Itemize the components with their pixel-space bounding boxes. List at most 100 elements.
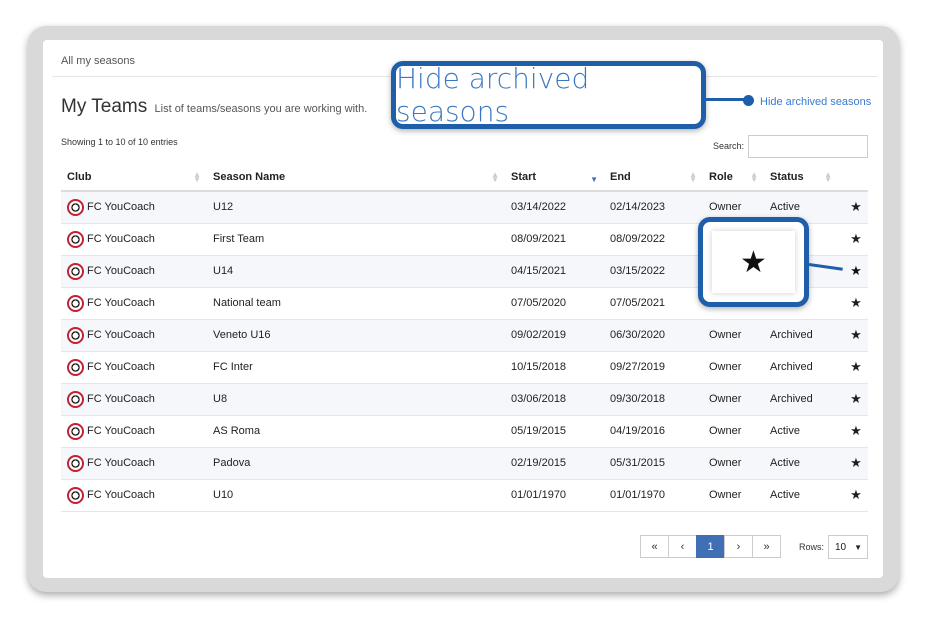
page-1-button[interactable]: 1 xyxy=(696,535,725,558)
start-date-cell: 03/06/2018 xyxy=(505,383,604,416)
prev-page-button[interactable]: ‹ xyxy=(668,535,697,558)
season-name-cell[interactable]: U12 xyxy=(207,191,505,224)
favorite-star-icon[interactable]: ★ xyxy=(838,479,868,512)
sort-icon: ▲ ▼ xyxy=(824,170,832,184)
star-icon: ★ xyxy=(712,231,795,293)
rows-select[interactable]: 10 ▼ xyxy=(828,535,868,559)
favorite-star-icon[interactable]: ★ xyxy=(838,351,868,384)
role-cell: Owner xyxy=(703,319,764,352)
club-cell: FC YouCoach xyxy=(61,223,207,256)
last-page-button[interactable]: » xyxy=(752,535,781,558)
entries-info: Showing 1 to 10 of 10 entries xyxy=(61,137,178,147)
club-cell: FC YouCoach xyxy=(61,287,207,320)
favorite-star-icon[interactable]: ★ xyxy=(838,287,868,320)
sort-icon: ▲ ▼ xyxy=(193,170,201,184)
rows-label: Rows: xyxy=(799,542,825,552)
end-date-cell: 06/30/2020 xyxy=(604,319,703,352)
breadcrumb[interactable]: All my seasons xyxy=(61,55,135,67)
column-label: Role xyxy=(709,170,733,183)
end-date-cell: 09/30/2018 xyxy=(604,383,703,416)
club-cell: FC YouCoach xyxy=(61,351,207,384)
callout-dot xyxy=(743,95,754,106)
club-logo-icon xyxy=(67,326,84,344)
status-cell: Archived xyxy=(764,383,838,416)
club-cell: FC YouCoach xyxy=(61,415,207,448)
end-date-cell: 08/09/2022 xyxy=(604,223,703,256)
column-header-season[interactable]: Season Name ▲ ▼ xyxy=(207,163,505,192)
column-header-club[interactable]: Club ▲ ▼ xyxy=(61,163,207,192)
club-name: FC YouCoach xyxy=(87,425,155,437)
favorite-star-icon[interactable]: ★ xyxy=(838,447,868,480)
table-row[interactable]: FC YouCoach Padova 02/19/2015 05/31/2015 Own… xyxy=(61,447,868,480)
search-input[interactable] xyxy=(748,135,868,158)
column-label: Club xyxy=(67,170,92,183)
role-cell: Owner xyxy=(703,479,764,512)
club-name: FC YouCoach xyxy=(87,361,155,373)
table-header-row: Club ▲ ▼ Season Name ▲ ▼ Start ▼ End ▲ ▼ Role ▲ ▼… xyxy=(61,163,868,192)
favorite-star-icon[interactable]: ★ xyxy=(838,191,868,224)
club-logo-icon xyxy=(67,198,84,216)
season-name-cell[interactable]: Veneto U16 xyxy=(207,319,505,352)
season-name-cell[interactable]: First Team xyxy=(207,223,505,256)
column-header-start[interactable]: Start ▼ xyxy=(505,163,604,192)
season-name-cell[interactable]: U8 xyxy=(207,383,505,416)
club-name: FC YouCoach xyxy=(87,457,155,469)
search-label: Search: xyxy=(713,141,745,151)
club-name: FC YouCoach xyxy=(87,201,155,214)
season-name-cell[interactable]: AS Roma xyxy=(207,415,505,448)
club-logo-icon xyxy=(67,422,84,440)
hide-archived-callout: Hide archived seasons xyxy=(391,61,706,129)
role-cell: Owner xyxy=(703,351,764,384)
hide-archived-link[interactable]: Hide archived seasons xyxy=(760,96,871,108)
start-date-cell: 01/01/1970 xyxy=(505,479,604,512)
column-header-role[interactable]: Role ▲ ▼ xyxy=(703,163,764,192)
page-title: My Teams List of teams/seasons you are w… xyxy=(61,96,367,118)
column-header-favorite xyxy=(838,163,868,192)
season-name-cell[interactable]: National team xyxy=(207,287,505,320)
season-name-cell[interactable]: U10 xyxy=(207,479,505,512)
status-cell: Archived xyxy=(764,319,838,352)
favorite-star-icon[interactable]: ★ xyxy=(838,415,868,448)
chevron-down-icon: ▼ xyxy=(854,542,863,552)
end-date-cell: 02/14/2023 xyxy=(604,191,703,224)
club-logo-icon xyxy=(67,294,84,312)
favorite-star-icon[interactable]: ★ xyxy=(838,319,868,352)
club-logo-icon xyxy=(67,262,84,280)
column-label: End xyxy=(610,170,631,183)
first-page-button[interactable]: « xyxy=(640,535,669,558)
start-date-cell: 09/02/2019 xyxy=(505,319,604,352)
table-row[interactable]: FC YouCoach Veneto U16 09/02/2019 06/30/202… xyxy=(61,319,868,352)
sort-icon: ▲ ▼ xyxy=(491,170,499,184)
start-date-cell: 04/15/2021 xyxy=(505,255,604,288)
season-name-cell[interactable]: FC Inter xyxy=(207,351,505,384)
season-name-cell[interactable]: U14 xyxy=(207,255,505,288)
start-date-cell: 02/19/2015 xyxy=(505,447,604,480)
sort-icon: ▲ ▼ xyxy=(689,170,697,184)
column-header-end[interactable]: End ▲ ▼ xyxy=(604,163,703,192)
club-name: FC YouCoach xyxy=(87,297,155,309)
next-page-button[interactable]: › xyxy=(724,535,753,558)
table-row[interactable]: FC YouCoach U8 03/06/2018 09/30/2018 Owner Ar… xyxy=(61,383,868,416)
club-name: FC YouCoach xyxy=(87,489,155,501)
favorite-star-icon[interactable]: ★ xyxy=(838,223,868,256)
role-cell: Owner xyxy=(703,415,764,448)
table-row[interactable]: FC YouCoach FC Inter 10/15/2018 09/27/2019 O… xyxy=(61,351,868,384)
page-subtitle: List of teams/seasons you are working wi… xyxy=(154,103,368,115)
club-cell: FC YouCoach xyxy=(61,255,207,288)
table-row[interactable]: FC YouCoach U10 01/01/1970 01/01/1970 Owner A… xyxy=(61,479,868,512)
club-cell: FC YouCoach xyxy=(61,191,207,224)
club-name: FC YouCoach xyxy=(87,329,155,341)
favorite-star-icon[interactable]: ★ xyxy=(838,383,868,416)
start-date-cell: 05/19/2015 xyxy=(505,415,604,448)
column-header-status[interactable]: Status ▲ ▼ xyxy=(764,163,838,192)
status-cell: Archived xyxy=(764,351,838,384)
season-name-cell[interactable]: Padova xyxy=(207,447,505,480)
table-row[interactable]: FC YouCoach AS Roma 05/19/2015 04/19/2016 Ow… xyxy=(61,415,868,448)
favorite-star-icon[interactable]: ★ xyxy=(838,255,868,288)
column-label: Start xyxy=(511,170,537,183)
club-cell: FC YouCoach xyxy=(61,447,207,480)
start-date-cell: 10/15/2018 xyxy=(505,351,604,384)
sort-icon: ▲ ▼ xyxy=(750,170,758,184)
club-name: FC YouCoach xyxy=(87,393,155,405)
start-date-cell: 07/05/2020 xyxy=(505,287,604,320)
